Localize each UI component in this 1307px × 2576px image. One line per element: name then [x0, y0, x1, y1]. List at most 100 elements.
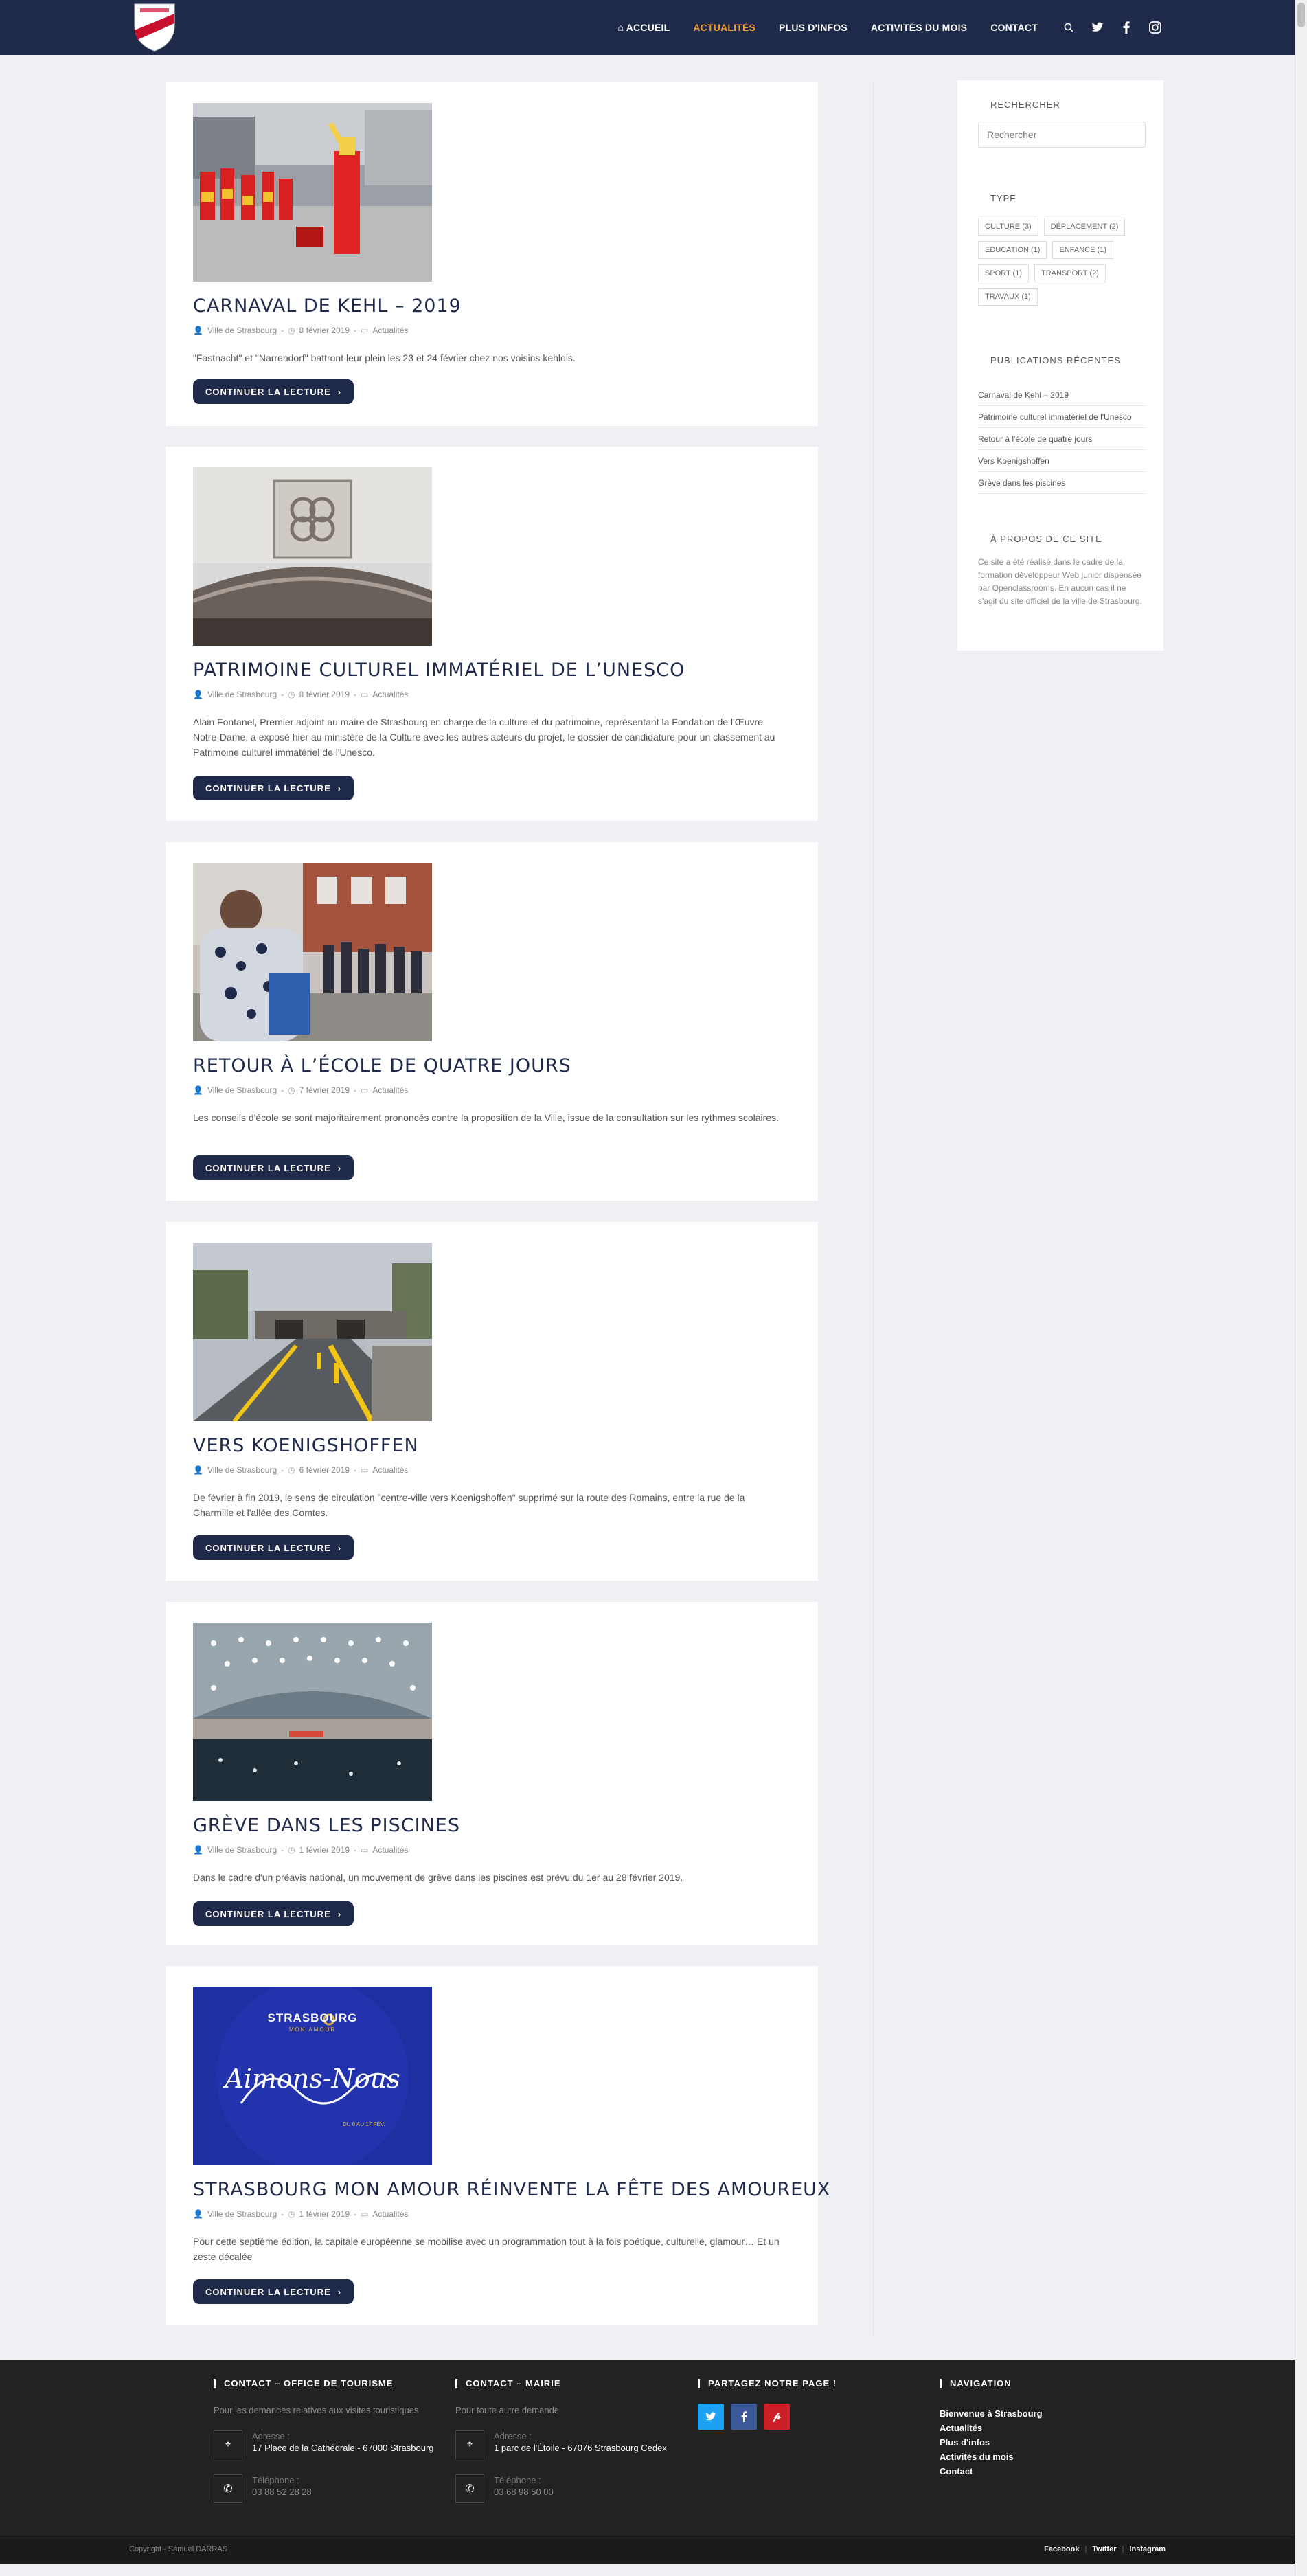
tag-culture[interactable]: Culture (3): [978, 218, 1038, 236]
article-date: 7 février 2019: [299, 1085, 350, 1095]
nav-activites[interactable]: Activités du mois: [871, 22, 967, 33]
tag-transport[interactable]: Transport (2): [1034, 264, 1106, 282]
article-title[interactable]: Carnaval de Kehl – 2019: [193, 295, 462, 317]
share-twitter-button[interactable]: [698, 2404, 724, 2430]
footer-nav-link[interactable]: Activités du mois: [940, 2450, 1166, 2464]
social-link-facebook[interactable]: Facebook: [1044, 2545, 1079, 2553]
nav-contact[interactable]: Contact: [990, 22, 1038, 33]
site-logo[interactable]: [129, 3, 180, 52]
article-category[interactable]: Actualités: [372, 1085, 408, 1095]
article-category[interactable]: Actualités: [372, 1845, 408, 1855]
recent-widget-title: Publications récentes: [990, 355, 1121, 365]
article-thumbnail[interactable]: [193, 863, 432, 1041]
scrollbar[interactable]: [1295, 0, 1307, 2576]
scrollbar-thumb[interactable]: [1297, 3, 1305, 27]
read-more-button[interactable]: Continuer la lecture ›: [193, 1535, 354, 1560]
article-category[interactable]: Actualités: [372, 2209, 408, 2219]
footer-nav-link[interactable]: Contact: [940, 2464, 1166, 2478]
home-icon: ⌂: [617, 22, 624, 33]
article-excerpt: Dans le cadre d'un préavis national, un …: [193, 1872, 683, 1883]
tag-enfance[interactable]: Enfance (1): [1052, 241, 1113, 259]
phone-icon: ✆: [455, 2474, 484, 2503]
social-link-instagram[interactable]: Instagram: [1129, 2545, 1166, 2553]
separator: |: [1084, 2545, 1087, 2553]
chevron-right-icon: ›: [337, 1908, 342, 1919]
facebook-icon[interactable]: [1119, 20, 1134, 35]
footer-col-tourisme: Contact – Office de tourisme Pour les de…: [214, 2379, 440, 2503]
footer-text: Pour toute autre demande: [455, 2405, 560, 2415]
folder-icon: ▭: [361, 1845, 369, 1855]
article-category[interactable]: Actualités: [372, 326, 408, 335]
nav-plus-infos-label: Plus d'infos: [779, 22, 848, 33]
footer-nav-link[interactable]: Plus d'infos: [940, 2435, 1166, 2450]
article-date: 8 février 2019: [299, 326, 350, 335]
nav-actualites[interactable]: Actualités: [693, 22, 755, 33]
article-thumbnail[interactable]: [193, 1243, 432, 1421]
recent-post-link[interactable]: Carnaval de Kehl – 2019: [978, 384, 1146, 406]
tag-education[interactable]: Education (1): [978, 241, 1047, 259]
recent-post-link[interactable]: Grève dans les piscines: [978, 472, 1146, 494]
social-link-twitter[interactable]: Twitter: [1092, 2545, 1116, 2553]
site-header: ⌂ Accueil Actualités Plus d'infos Activi…: [0, 0, 1295, 55]
clock-icon: ◷: [288, 1465, 295, 1475]
article-thumbnail[interactable]: [193, 103, 432, 282]
recent-post-link[interactable]: Retour à l'école de quatre jours: [978, 428, 1146, 450]
article-title[interactable]: Retour à l’école de quatre jours: [193, 1055, 571, 1076]
address-label: Adresse :: [252, 2431, 290, 2441]
article-meta: 👤 Ville de Strasbourg - ◷ 8 février 2019 - ▭…: [193, 326, 409, 335]
footer-nav-link[interactable]: Bienvenue à Strasbourg: [940, 2406, 1166, 2421]
nav-actualites-label: Actualités: [693, 22, 756, 33]
article-author[interactable]: Ville de Strasbourg: [207, 326, 277, 335]
read-more-label: Continuer la lecture: [205, 386, 331, 397]
article-card: Carnaval de Kehl – 2019 👤 Ville de Strasb…: [166, 82, 818, 426]
recent-post-link[interactable]: Vers Koenigshoffen: [978, 450, 1146, 472]
search-icon[interactable]: [1061, 20, 1076, 35]
article-title[interactable]: Grève dans les piscines: [193, 1815, 460, 1836]
read-more-button[interactable]: Continuer la lecture ›: [193, 1901, 354, 1926]
article-author[interactable]: Ville de Strasbourg: [207, 690, 277, 699]
article-thumbnail[interactable]: STRASBOURG MON AMOUR Aimons-Nous DU 8 AU…: [193, 1987, 432, 2165]
facebook-icon: [741, 2411, 747, 2422]
instagram-icon[interactable]: [1148, 20, 1163, 35]
twitter-icon: [705, 2412, 716, 2421]
article-thumbnail[interactable]: [193, 1623, 432, 1801]
read-more-button[interactable]: Continuer la lecture ›: [193, 776, 354, 800]
promo-tagline: MON AMOUR: [288, 2026, 337, 2033]
article-title[interactable]: Strasbourg mon amour réinvente la fête d…: [193, 2179, 830, 2200]
article-category[interactable]: Actualités: [372, 690, 408, 699]
recent-post-link[interactable]: Patrimoine culturel immatériel de l'Unes…: [978, 406, 1146, 428]
article-category[interactable]: Actualités: [372, 1465, 408, 1475]
tag-sport[interactable]: Sport (1): [978, 264, 1029, 282]
article-excerpt: De février à fin 2019, le sens de circul…: [193, 1492, 745, 1518]
article-author[interactable]: Ville de Strasbourg: [207, 1845, 277, 1855]
article-meta: 👤 Ville de Strasbourg - ◷ 1 février 2019 - ▭…: [193, 1845, 409, 1855]
article-title[interactable]: Vers Koenigshoffen: [193, 1435, 419, 1456]
search-input[interactable]: [978, 122, 1146, 148]
nav-plus-infos[interactable]: Plus d'infos: [779, 22, 848, 33]
article-author[interactable]: Ville de Strasbourg: [207, 1465, 277, 1475]
read-more-button[interactable]: Continuer la lecture ›: [193, 379, 354, 404]
share-facebook-button[interactable]: [731, 2404, 757, 2430]
article-author[interactable]: Ville de Strasbourg: [207, 2209, 277, 2219]
nav-accueil[interactable]: ⌂ Accueil: [618, 22, 670, 33]
share-pinterest-button[interactable]: 𝓅: [764, 2404, 790, 2430]
article-title[interactable]: Patrimoine culturel immatériel de l’Unes…: [193, 659, 685, 681]
nav-contact-label: Contact: [990, 22, 1038, 33]
article-author[interactable]: Ville de Strasbourg: [207, 1085, 277, 1095]
tag-deplacement[interactable]: Déplacement (2): [1043, 218, 1126, 236]
about-text: Ce site a été réalisé dans le cadre de l…: [978, 557, 1142, 606]
phone-value[interactable]: 03 88 52 28 28: [252, 2486, 312, 2498]
user-icon: 👤: [193, 1465, 203, 1475]
promo-dates: DU 8 AU 17 FÉV.: [343, 2121, 385, 2127]
read-more-button[interactable]: Continuer la lecture ›: [193, 1155, 354, 1180]
tag-travaux[interactable]: Travaux (1): [978, 288, 1038, 306]
article-excerpt: Pour cette septième édition, la capitale…: [193, 2236, 780, 2262]
article-thumbnail[interactable]: [193, 467, 432, 646]
tag-cloud: Culture (3) Déplacement (2) Education (1…: [978, 218, 1157, 306]
read-more-button[interactable]: Continuer la lecture ›: [193, 2279, 354, 2304]
footer-nav-link[interactable]: Actualités: [940, 2421, 1166, 2435]
footer-col-navigation: Navigation Bienvenue à Strasbourg Actual…: [940, 2379, 1166, 2478]
phone-value[interactable]: 03 68 98 50 00: [494, 2486, 554, 2498]
article-card: Retour à l’école de quatre jours 👤 Ville …: [166, 842, 818, 1201]
twitter-icon[interactable]: [1090, 20, 1105, 35]
